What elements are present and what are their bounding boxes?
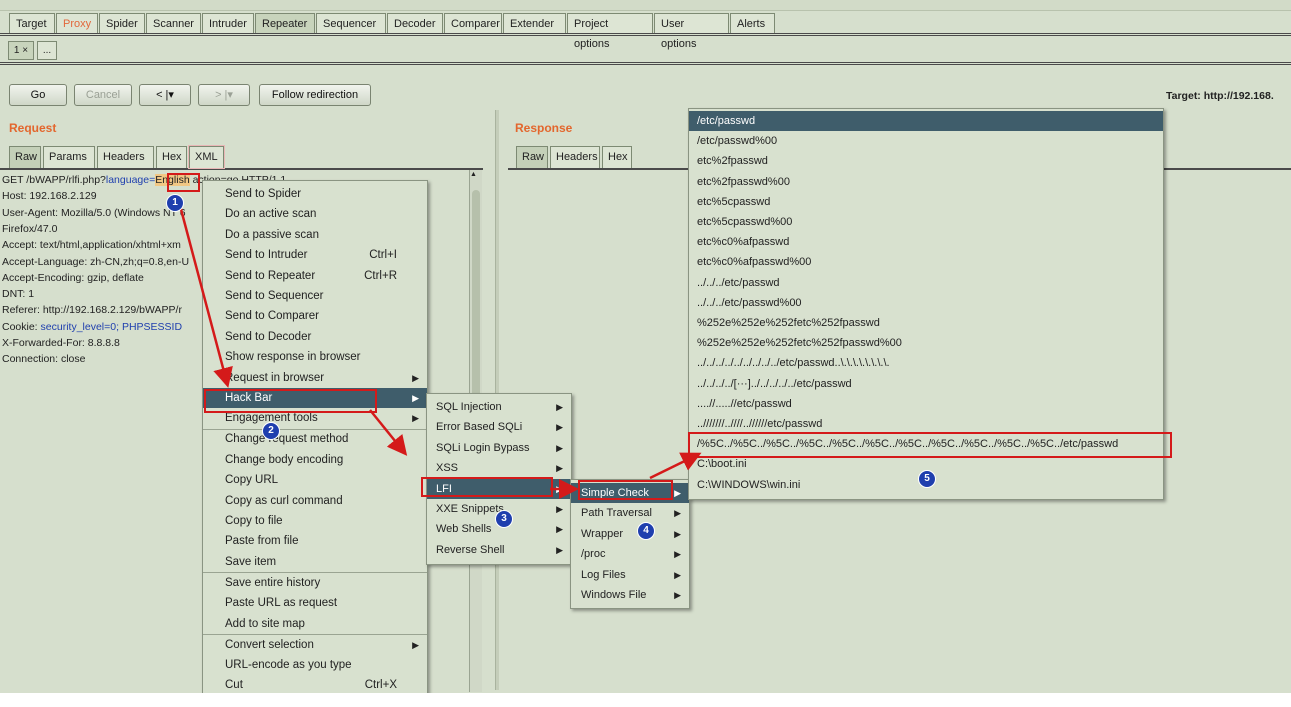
step-badge-2: 2 <box>262 422 280 440</box>
step-badge-3: 3 <box>495 510 513 528</box>
request-tab-params[interactable]: Params <box>43 146 95 168</box>
arrow-4 <box>649 452 702 480</box>
response-tab-headers[interactable]: Headers <box>550 146 600 168</box>
step-badge-5: 5 <box>918 470 936 488</box>
request-tab-headers[interactable]: Headers <box>97 146 154 168</box>
request-tab-hex[interactable]: Hex <box>156 146 187 168</box>
annotation-arrows <box>176 197 702 499</box>
request-tab-xml[interactable]: XML <box>188 145 225 169</box>
response-tab-hex[interactable]: Hex <box>602 146 632 168</box>
caption-strip <box>0 693 1291 707</box>
response-tab-raw[interactable]: Raw <box>516 146 548 168</box>
request-tab-raw[interactable]: Raw <box>9 146 41 168</box>
arrow-2 <box>369 409 408 456</box>
step-badge-1: 1 <box>166 194 184 212</box>
step-badge-4: 4 <box>637 522 655 540</box>
arrow-1 <box>176 197 233 388</box>
